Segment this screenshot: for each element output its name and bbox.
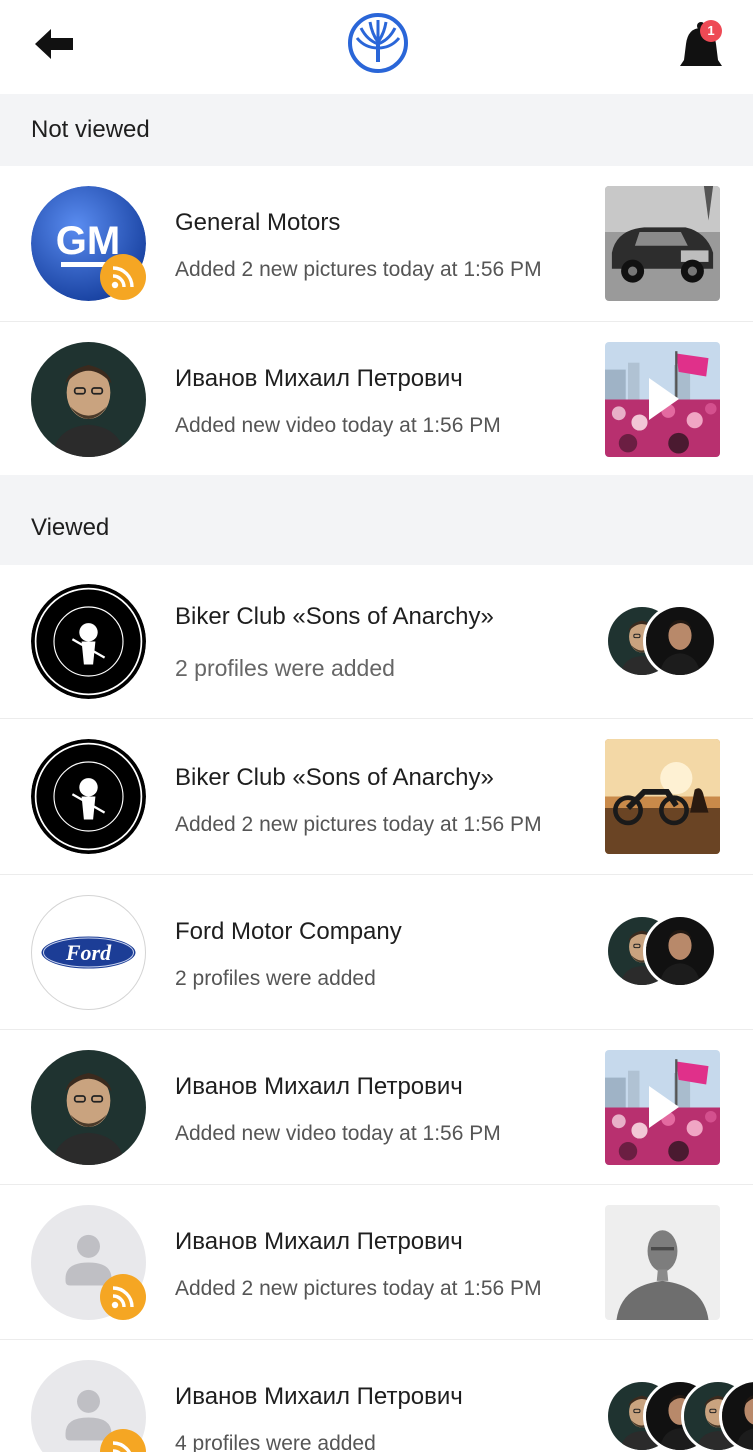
avatar [31,1050,146,1165]
item-title: General Motors [175,209,341,236]
ford-logo: Ford [39,934,138,971]
item-subtitle: Added 2 new pictures today at 1:56 PM [175,258,542,281]
thumbnail-image[interactable] [605,186,720,301]
section-header-viewed: Viewed [0,475,753,565]
item-subtitle: Added new video today at 1:56 PM [175,414,501,437]
svg-text:Ford: Ford [65,940,112,965]
avatar: Ford [31,895,146,1010]
feed-item[interactable]: GM General Motors Added 2 new pictures t… [0,166,753,322]
item-subtitle: Added 2 new pictures today at 1:56 PM [175,813,542,836]
feed-item[interactable]: Biker Club «Sons of Anarchy» 2 profiles … [0,565,753,719]
avatar [31,584,146,699]
back-button[interactable] [34,26,74,62]
section-header-not-viewed: Not viewed [0,94,753,166]
item-subtitle: 4 profiles were added [175,1432,376,1452]
avatar [31,342,146,457]
item-title: Иванов Михаил Петрович [175,1383,463,1410]
feed-item[interactable]: Иванов Михаил Петрович Added 2 new pictu… [0,1185,753,1340]
rss-icon [100,254,146,300]
avatar [31,739,146,854]
item-title: Biker Club «Sons of Anarchy» [175,603,494,630]
notifications-button[interactable]: 1 [676,20,726,72]
thumbnail-image[interactable] [605,739,720,854]
profile-avatar[interactable] [643,604,717,678]
video-thumbnail[interactable] [605,342,720,457]
feed-item[interactable]: Иванов Михаил Петрович Added new video t… [0,1030,753,1185]
item-subtitle: 2 profiles were added [175,967,376,990]
item-title: Иванов Михаил Петрович [175,365,463,392]
item-title: Ford Motor Company [175,918,402,945]
item-title: Иванов Михаил Петрович [175,1228,463,1255]
rss-icon [100,1274,146,1320]
play-icon [649,378,679,420]
item-subtitle: 2 profiles were added [175,655,395,681]
top-bar: 1 [0,0,753,94]
feed-item[interactable]: Иванов Михаил Петрович 4 profiles were a… [0,1340,753,1452]
item-title: Biker Club «Sons of Anarchy» [175,764,494,791]
video-thumbnail[interactable] [605,1050,720,1165]
thumbnail-image[interactable] [605,1205,720,1320]
play-icon [649,1086,679,1128]
item-subtitle: Added new video today at 1:56 PM [175,1122,501,1145]
feed-item[interactable]: Biker Club «Sons of Anarchy» Added 2 new… [0,719,753,875]
tree-logo-icon [348,13,408,73]
feed-item[interactable]: Иванов Михаил Петрович Added new video t… [0,322,753,475]
feed-item[interactable]: Ford Ford Motor Company 2 profiles were … [0,875,753,1030]
notification-count-badge: 1 [700,20,722,42]
profile-avatar[interactable] [643,914,717,988]
item-subtitle: Added 2 new pictures today at 1:56 PM [175,1277,542,1300]
arrow-left-icon [35,29,73,59]
item-title: Иванов Михаил Петрович [175,1073,463,1100]
